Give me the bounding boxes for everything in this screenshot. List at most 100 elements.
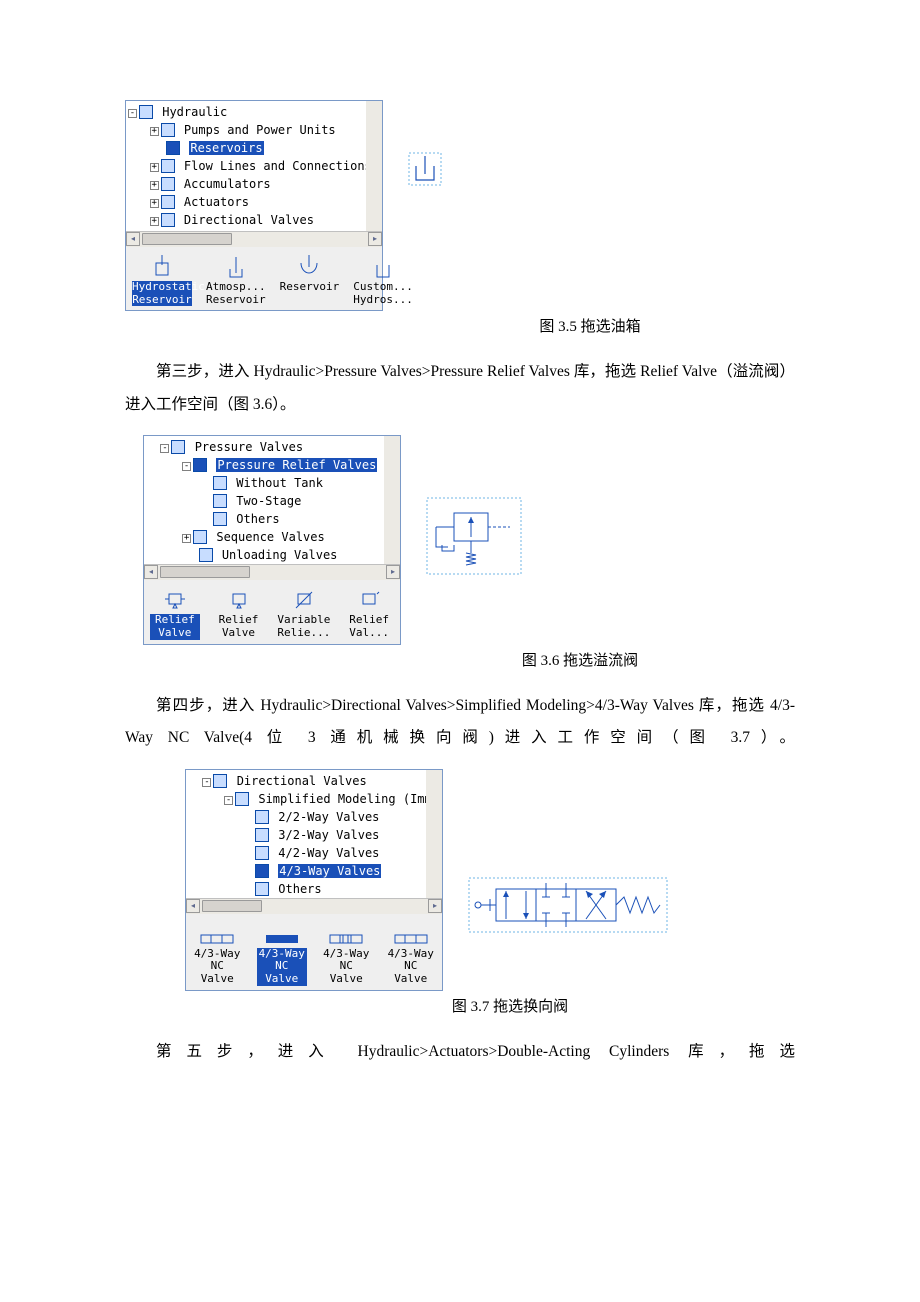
palette-item[interactable]: Custom... Hydros... xyxy=(353,251,413,306)
folder-icon xyxy=(161,159,175,173)
palette-item[interactable]: Variable Relie... xyxy=(277,584,330,639)
palette-label: Atmosp... Reservoir xyxy=(206,281,266,306)
figure-caption: 图 3.5 拖选油箱 xyxy=(125,315,795,336)
scroll-left-icon[interactable]: ◂ xyxy=(126,232,140,246)
tree-row[interactable]: 4/3-Way Valves xyxy=(188,862,426,880)
folder-icon xyxy=(161,213,175,227)
scroll-thumb[interactable] xyxy=(160,566,250,578)
palette-item[interactable]: Hydrostatic Reservoir xyxy=(132,251,192,306)
tree-label: Reservoirs xyxy=(189,141,263,155)
tree-row[interactable]: - Hydraulic xyxy=(128,103,366,121)
tree-row[interactable]: + Flow Lines and Connections xyxy=(128,157,366,175)
scroll-right-icon[interactable]: ▸ xyxy=(368,232,382,246)
tree-row[interactable]: Without Tank xyxy=(146,474,384,492)
palette: 4/3-Way NC Valve 4/3-Way NC Valve 4/3-Wa… xyxy=(186,914,442,990)
tree-row[interactable]: + Actuators xyxy=(128,193,366,211)
tree-row[interactable]: + Accumulators xyxy=(128,175,366,193)
folder-icon xyxy=(161,195,175,209)
horizontal-scrollbar[interactable]: ◂ ▸ xyxy=(126,231,382,247)
tree-row[interactable]: Unloading Valves xyxy=(146,546,384,564)
palette-label: 4/3-Way NC Valve xyxy=(386,948,437,986)
palette-item[interactable]: 4/3-Way NC Valve xyxy=(257,918,308,986)
folder-icon xyxy=(213,774,227,788)
tree-label: Others xyxy=(236,512,279,526)
figure-3-6: - Pressure Valves - Pressure Relief Valv… xyxy=(125,435,795,669)
expand-minus-icon[interactable]: - xyxy=(128,109,137,118)
folder-icon xyxy=(255,828,269,842)
tree-label: Directional Valves xyxy=(237,774,367,788)
scroll-up-icon[interactable]: ▴ xyxy=(366,101,382,119)
tree-label: Actuators xyxy=(184,195,249,209)
palette-label: Relief Valve xyxy=(214,614,264,639)
tree-row[interactable]: - Simplified Modeling (Imm xyxy=(188,790,426,808)
figure-caption: 图 3.7 拖选换向阀 xyxy=(125,995,795,1016)
palette-label: 4/3-Way NC Valve xyxy=(257,948,308,986)
tree-row[interactable]: - Pressure Valves xyxy=(146,438,384,456)
reservoir-icon xyxy=(132,251,192,279)
tree-row[interactable]: 2/2-Way Valves xyxy=(188,808,426,826)
scroll-left-icon[interactable]: ◂ xyxy=(186,899,200,913)
palette-item[interactable]: Relief Valve xyxy=(214,584,264,639)
body-paragraph: 第四步，进入 Hydraulic>Directional Valves>Simp… xyxy=(125,690,795,755)
scroll-left-icon[interactable]: ◂ xyxy=(144,565,158,579)
reservoir-symbol-icon xyxy=(408,152,442,186)
folder-icon xyxy=(171,440,185,454)
tree-row[interactable]: Others xyxy=(146,510,384,528)
folder-icon xyxy=(213,494,227,508)
expand-minus-icon[interactable]: - xyxy=(160,444,169,453)
scroll-down-icon[interactable]: ▾ xyxy=(384,546,391,564)
scroll-right-icon[interactable]: ▸ xyxy=(428,899,442,913)
folder-icon xyxy=(161,177,175,191)
expand-plus-icon[interactable]: + xyxy=(150,199,159,208)
tree-row[interactable]: 3/2-Way Valves xyxy=(188,826,426,844)
folder-icon xyxy=(193,530,207,544)
scroll-right-icon[interactable]: ▸ xyxy=(386,565,400,579)
tree-label: Pumps and Power Units xyxy=(184,123,336,137)
vertical-scrollbar[interactable]: ▴ ▾ xyxy=(426,770,442,898)
expand-minus-icon[interactable]: - xyxy=(182,462,191,471)
scroll-down-icon[interactable]: ▾ xyxy=(426,880,433,898)
scroll-up-icon[interactable]: ▴ xyxy=(426,770,442,788)
tree-panel: - Directional Valves - Simplified Modeli… xyxy=(185,769,443,991)
palette-item[interactable]: 4/3-Way NC Valve xyxy=(192,918,243,986)
expand-plus-icon[interactable]: + xyxy=(150,127,159,136)
tree-row[interactable]: + Sequence Valves xyxy=(146,528,384,546)
valve-43-icon xyxy=(386,918,437,946)
horizontal-scrollbar[interactable]: ◂ ▸ xyxy=(144,564,400,580)
palette-item[interactable]: Relief Val... xyxy=(344,584,394,639)
valve-43-icon xyxy=(257,918,308,946)
expand-plus-icon[interactable]: + xyxy=(150,163,159,172)
tree-row[interactable]: - Directional Valves xyxy=(188,772,426,790)
vertical-scrollbar[interactable]: ▴ ▾ xyxy=(366,101,382,231)
scroll-thumb[interactable] xyxy=(202,900,262,912)
expand-minus-icon[interactable]: - xyxy=(202,778,211,787)
palette-item[interactable]: 4/3-Way NC Valve xyxy=(386,918,437,986)
tree-row[interactable]: Reservoirs xyxy=(128,139,366,157)
palette-label: Relief Valve xyxy=(150,614,200,639)
palette-item[interactable]: Relief Valve xyxy=(150,584,200,639)
tree-label: Unloading Valves xyxy=(222,548,338,562)
expand-plus-icon[interactable]: + xyxy=(182,534,191,543)
relief-valve-icon xyxy=(150,584,200,612)
palette-item[interactable]: Reservoir xyxy=(280,251,340,294)
expand-plus-icon[interactable]: + xyxy=(150,217,159,226)
scroll-up-icon[interactable]: ▴ xyxy=(384,436,400,454)
horizontal-scrollbar[interactable]: ◂ ▸ xyxy=(186,898,442,914)
tree-row[interactable]: - Pressure Relief Valves xyxy=(146,456,384,474)
tree-row[interactable]: + Pumps and Power Units xyxy=(128,121,366,139)
vertical-scrollbar[interactable]: ▴ ▾ xyxy=(384,436,400,564)
tree-row[interactable]: Others xyxy=(188,880,426,898)
expand-minus-icon[interactable]: - xyxy=(224,796,233,805)
palette-item[interactable]: Atmosp... Reservoir xyxy=(206,251,266,306)
folder-icon xyxy=(255,846,269,860)
tree-row[interactable]: Two-Stage xyxy=(146,492,384,510)
palette-item[interactable]: 4/3-Way NC Valve xyxy=(321,918,372,986)
tree-row[interactable]: + Directional Valves xyxy=(128,211,366,229)
folder-selected-icon xyxy=(255,864,269,878)
body-paragraph: 第三步，进入 Hydraulic>Pressure Valves>Pressur… xyxy=(125,356,795,421)
scroll-thumb[interactable] xyxy=(142,233,232,245)
scroll-down-icon[interactable]: ▾ xyxy=(366,213,373,231)
folder-icon xyxy=(213,476,227,490)
expand-plus-icon[interactable]: + xyxy=(150,181,159,190)
tree-row[interactable]: 4/2-Way Valves xyxy=(188,844,426,862)
